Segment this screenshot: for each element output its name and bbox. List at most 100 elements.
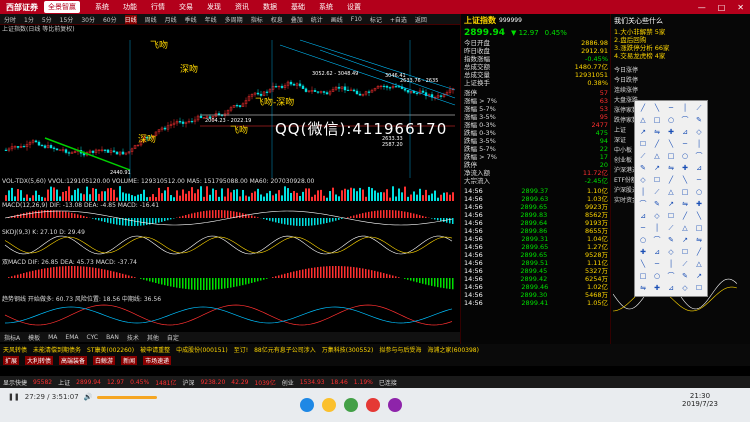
side-item[interactable]: 4.交易龙虎榜 4家 (611, 52, 750, 60)
indicator-tab[interactable]: 自定 (167, 333, 179, 342)
ticker-item[interactable]: 海浦之家(600398) (427, 345, 479, 354)
ticker-tab[interactable]: 新闻 (121, 356, 138, 365)
draw-tool-icon[interactable]: ◇ (637, 175, 649, 185)
draw-tool-icon[interactable]: ─ (637, 223, 649, 233)
draw-tool-icon[interactable]: ⟋ (651, 187, 663, 197)
candlestick-chart[interactable]: 深吻 深吻 飞吻 飞吻-深吻 飞吻 3052.62 - 3048.49 3046… (0, 30, 460, 178)
draw-tool-icon[interactable]: │ (693, 139, 705, 149)
app-icon[interactable] (322, 398, 336, 412)
toolbar-item[interactable]: 日线 (124, 14, 137, 24)
draw-tool-icon[interactable]: ◇ (679, 283, 691, 293)
draw-tool-icon[interactable]: ⇋ (665, 163, 677, 173)
minimize-button[interactable]: — (692, 3, 712, 12)
toolbar-item[interactable]: 多周期 (225, 15, 243, 24)
toolbar-item[interactable]: 权息 (271, 15, 283, 24)
ticker-item[interactable]: 未能清偿到期债务 (33, 345, 81, 354)
draw-tool-icon[interactable]: ⊿ (679, 127, 691, 137)
draw-tool-icon[interactable]: ⟋ (693, 103, 705, 113)
indicator-tab[interactable]: BAN (106, 334, 119, 341)
draw-tool-icon[interactable]: ╲ (679, 175, 691, 185)
volume-icon[interactable]: 🔊 (84, 393, 93, 401)
close-button[interactable]: ✕ (731, 3, 750, 12)
draw-tool-icon[interactable]: ⟋ (679, 259, 691, 269)
macd-chart[interactable] (0, 208, 460, 228)
draw-tool-icon[interactable]: ⊿ (665, 283, 677, 293)
ticker-tab[interactable]: 高端装备 (59, 356, 88, 365)
draw-tool-icon[interactable]: ⇋ (651, 127, 663, 137)
menu-item[interactable]: 行情 (151, 2, 165, 12)
menu-item[interactable]: 设置 (347, 2, 361, 12)
draw-tool-icon[interactable]: ☐ (637, 139, 649, 149)
draw-tool-icon[interactable]: ✎ (665, 235, 677, 245)
draw-tool-icon[interactable]: ─ (693, 175, 705, 185)
menu-item[interactable]: 功能 (123, 2, 137, 12)
draw-tool-icon[interactable]: ✚ (665, 127, 677, 137)
draw-tool-icon[interactable]: ╱ (679, 211, 691, 221)
app-icon[interactable] (300, 398, 314, 412)
draw-tool-icon[interactable]: ○ (637, 235, 649, 245)
draw-tool-icon[interactable]: ⊿ (651, 247, 663, 257)
draw-tool-icon[interactable]: ✚ (637, 247, 649, 257)
indicator-label[interactable]: VOL-TDX(5,60) VVOL:129105120.00 VOLUME: … (2, 178, 314, 185)
menu-item[interactable]: 资讯 (235, 2, 249, 12)
double-macd-chart[interactable] (0, 263, 460, 293)
indicator-tab[interactable]: CYC (86, 334, 98, 341)
draw-tool-icon[interactable]: ◇ (693, 127, 705, 137)
side-item[interactable]: 2.盘后回购 (611, 36, 750, 44)
draw-tool-icon[interactable]: │ (637, 187, 649, 197)
draw-tool-icon[interactable]: │ (679, 103, 691, 113)
trend-steel-chart[interactable] (0, 300, 460, 330)
ticker-item[interactable]: 至订! (234, 345, 248, 354)
progress-bar[interactable] (97, 395, 158, 399)
draw-tool-icon[interactable]: ○ (679, 151, 691, 161)
side-item[interactable]: 1.大小非解禁 5家 (611, 28, 750, 36)
draw-tool-icon[interactable]: ╱ (665, 175, 677, 185)
draw-tool-icon[interactable]: ✎ (637, 163, 649, 173)
toolbar-item[interactable]: 30分 (81, 15, 95, 24)
draw-tool-icon[interactable]: ⊿ (637, 211, 649, 221)
maximize-button[interactable]: □ (712, 3, 732, 12)
menu-item[interactable]: 系统 (319, 2, 333, 12)
draw-tool-icon[interactable]: ⊿ (693, 163, 705, 173)
toolbar-item[interactable]: 年线 (205, 15, 217, 24)
draw-tool-icon[interactable]: ⌒ (679, 115, 691, 125)
draw-tool-icon[interactable]: ⇋ (637, 283, 649, 293)
draw-tool-icon[interactable]: □ (665, 151, 677, 161)
toolbar-item[interactable]: 5分 (42, 15, 52, 24)
ticker-item[interactable]: 万集科技(300552) (322, 345, 374, 354)
menu-item[interactable]: 系统 (95, 2, 109, 12)
toolbar-item[interactable]: 60分 (103, 15, 117, 24)
indicator-tab[interactable]: 技术 (127, 333, 139, 342)
app-icon[interactable] (388, 398, 402, 412)
ticker-tab[interactable]: 市场速递 (143, 356, 172, 365)
draw-tool-icon[interactable]: ╲ (651, 103, 663, 113)
draw-tool-icon[interactable]: ○ (665, 115, 677, 125)
volume-chart[interactable] (0, 185, 460, 201)
draw-tool-icon[interactable]: △ (637, 115, 649, 125)
draw-tool-icon[interactable]: ✎ (651, 199, 663, 209)
draw-tool-icon[interactable]: □ (651, 115, 663, 125)
draw-tool-icon[interactable]: △ (679, 223, 691, 233)
draw-tool-icon[interactable]: ╱ (637, 103, 649, 113)
toolbar-item[interactable]: 叠加 (291, 15, 303, 24)
toolbar-item[interactable]: 周线 (145, 15, 157, 24)
pause-icon[interactable]: ❚❚ (8, 393, 20, 401)
draw-tool-icon[interactable]: ⌒ (693, 151, 705, 161)
draw-tool-icon[interactable]: │ (651, 223, 663, 233)
draw-tool-icon[interactable]: ↗ (665, 199, 677, 209)
draw-tool-icon[interactable]: ✚ (679, 163, 691, 173)
draw-tool-icon[interactable]: ○ (693, 187, 705, 197)
ticker-item[interactable]: 88亿元有息子公司涉入 (254, 345, 316, 354)
draw-tool-icon[interactable]: ╱ (693, 247, 705, 257)
side-item[interactable]: 3.涨跌停分析 66家 (611, 44, 750, 52)
draw-tool-icon[interactable]: ☐ (665, 211, 677, 221)
ticker-item[interactable]: 拟参与与后受海 (379, 345, 421, 354)
toolbar-item[interactable]: F10 (351, 16, 362, 23)
draw-tool-icon[interactable]: ◇ (665, 247, 677, 257)
draw-tool-icon[interactable]: ✚ (651, 283, 663, 293)
draw-tool-icon[interactable]: □ (637, 271, 649, 281)
draw-tool-icon[interactable]: □ (679, 187, 691, 197)
draw-tool-icon[interactable]: ─ (665, 103, 677, 113)
toolbar-item[interactable]: 返回 (415, 15, 427, 24)
draw-tool-icon[interactable]: △ (651, 151, 663, 161)
